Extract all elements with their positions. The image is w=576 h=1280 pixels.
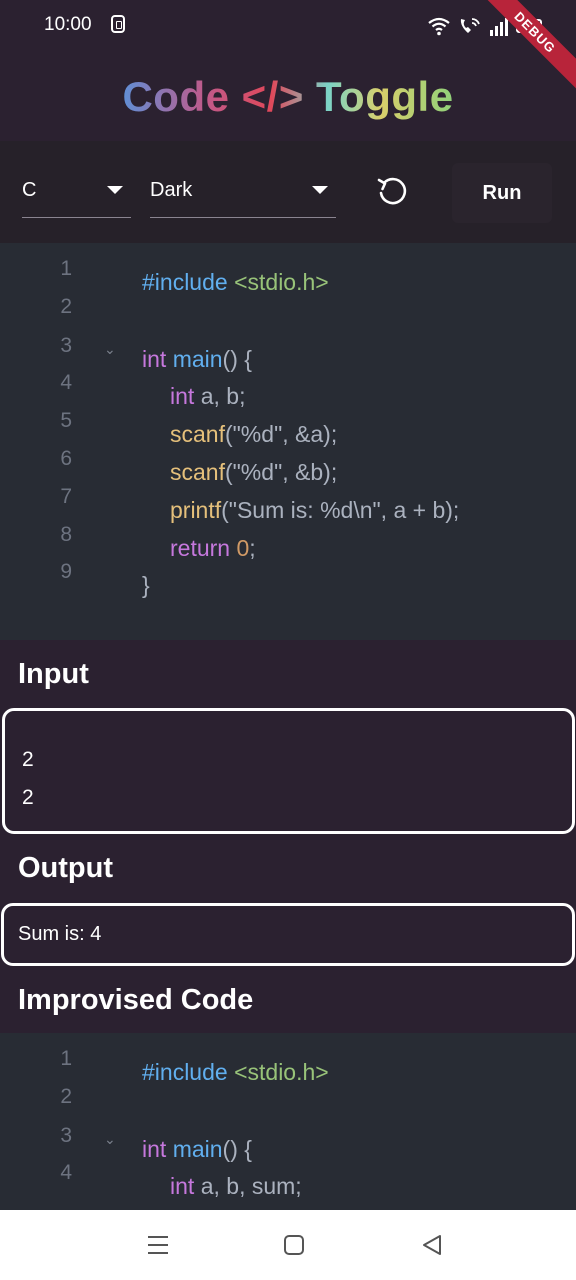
line-number: 7 xyxy=(60,484,72,508)
code-line: 2 xyxy=(0,1085,576,1135)
code-line: 2 xyxy=(0,295,576,345)
theme-value: Dark xyxy=(150,178,193,201)
code-line: 1 #include <stdio.h> xyxy=(0,1047,576,1097)
toolbar: C Dark Run xyxy=(0,141,576,243)
menu-icon[interactable] xyxy=(145,1232,171,1258)
output-section-title: Output xyxy=(18,852,114,884)
reset-button[interactable] xyxy=(374,172,412,210)
caret-down-icon xyxy=(312,186,328,194)
rotate-ccw-icon xyxy=(377,177,407,205)
battery-icon xyxy=(516,19,542,33)
line-number: 9 xyxy=(60,560,72,584)
code-text: scanf("%d", &a); xyxy=(170,421,338,448)
code-line: 3 ⌄ int main() { xyxy=(0,334,576,384)
code-line: 8 return 0; xyxy=(0,523,576,573)
code-text: #include <stdio.h> xyxy=(142,1059,329,1085)
code-text: int main() { xyxy=(142,345,252,372)
line-number: 5 xyxy=(60,409,72,433)
status-time: 10:00 xyxy=(44,14,92,35)
system-nav-bar xyxy=(0,1210,576,1280)
code-editor[interactable]: 1 #include <stdio.h> 2 3 ⌄ int main() { 4 int a… xyxy=(0,243,576,640)
code-text: } xyxy=(142,572,150,599)
code-line: 4 int a, b, sum; xyxy=(0,1161,576,1210)
line-number: 8 xyxy=(60,522,72,546)
input-section-title: Input xyxy=(18,658,89,690)
code-text: return 0; xyxy=(170,534,256,561)
improved-code-editor[interactable]: 1 #include <stdio.h> 2 3 ⌄ int main() { 4 int a… xyxy=(0,1033,576,1210)
line-number: 1 xyxy=(60,257,72,280)
signal-icon xyxy=(490,18,508,36)
app-title: Code </> Toggle xyxy=(122,72,454,120)
code-text: #include <stdio.h> xyxy=(142,269,329,295)
status-bar: 10:00 xyxy=(0,0,576,52)
input-field[interactable]: 2 2 xyxy=(2,708,575,834)
wifi-icon xyxy=(428,17,450,36)
line-number: 4 xyxy=(60,371,72,395)
caret-down-icon xyxy=(107,186,123,194)
output-box: Sum is: 4 xyxy=(1,903,575,966)
code-text: int main() { xyxy=(142,1135,252,1162)
chevron-down-icon[interactable]: ⌄ xyxy=(104,1131,116,1148)
line-number: 3 xyxy=(60,333,72,357)
improved-section-title: Improvised Code xyxy=(18,984,254,1016)
code-text: printf("Sum is: %d\n", a + b); xyxy=(170,496,460,523)
code-line: 4 int a, b; xyxy=(0,371,576,421)
app-header: Code </> Toggle xyxy=(0,52,576,141)
chevron-down-icon[interactable]: ⌄ xyxy=(104,341,116,358)
code-line: 3 ⌄ int main() { xyxy=(0,1124,576,1174)
code-text: scanf("%d", &b); xyxy=(170,459,338,485)
language-value: C xyxy=(22,178,37,201)
theme-dropdown[interactable]: Dark xyxy=(150,163,336,218)
code-text: int a, b, sum; xyxy=(170,1173,302,1200)
input-line: 2 xyxy=(22,786,34,809)
code-line: 1 #include <stdio.h> xyxy=(0,257,576,307)
code-text: int a, b; xyxy=(170,383,246,410)
input-line: 2 xyxy=(22,748,34,771)
language-dropdown[interactable]: C xyxy=(22,163,131,218)
code-line: 7 printf("Sum is: %d\n", a + b); xyxy=(0,485,576,535)
wifi-call-icon xyxy=(460,18,480,33)
triangle-back-icon[interactable] xyxy=(419,1232,445,1258)
sim-icon xyxy=(111,15,125,33)
line-number: 3 xyxy=(60,1123,72,1147)
code-line: 9} xyxy=(0,560,576,610)
code-line: 6 scanf("%d", &b); xyxy=(0,447,576,497)
run-button[interactable]: Run xyxy=(452,163,552,223)
line-number: 4 xyxy=(60,1161,72,1185)
code-line: 5 scanf("%d", &a); xyxy=(0,409,576,459)
line-number: 2 xyxy=(60,1084,72,1108)
status-icons xyxy=(428,14,542,36)
line-number: 1 xyxy=(60,1047,72,1070)
square-icon[interactable] xyxy=(281,1232,307,1258)
line-number: 6 xyxy=(60,447,72,470)
line-number: 2 xyxy=(60,294,72,318)
